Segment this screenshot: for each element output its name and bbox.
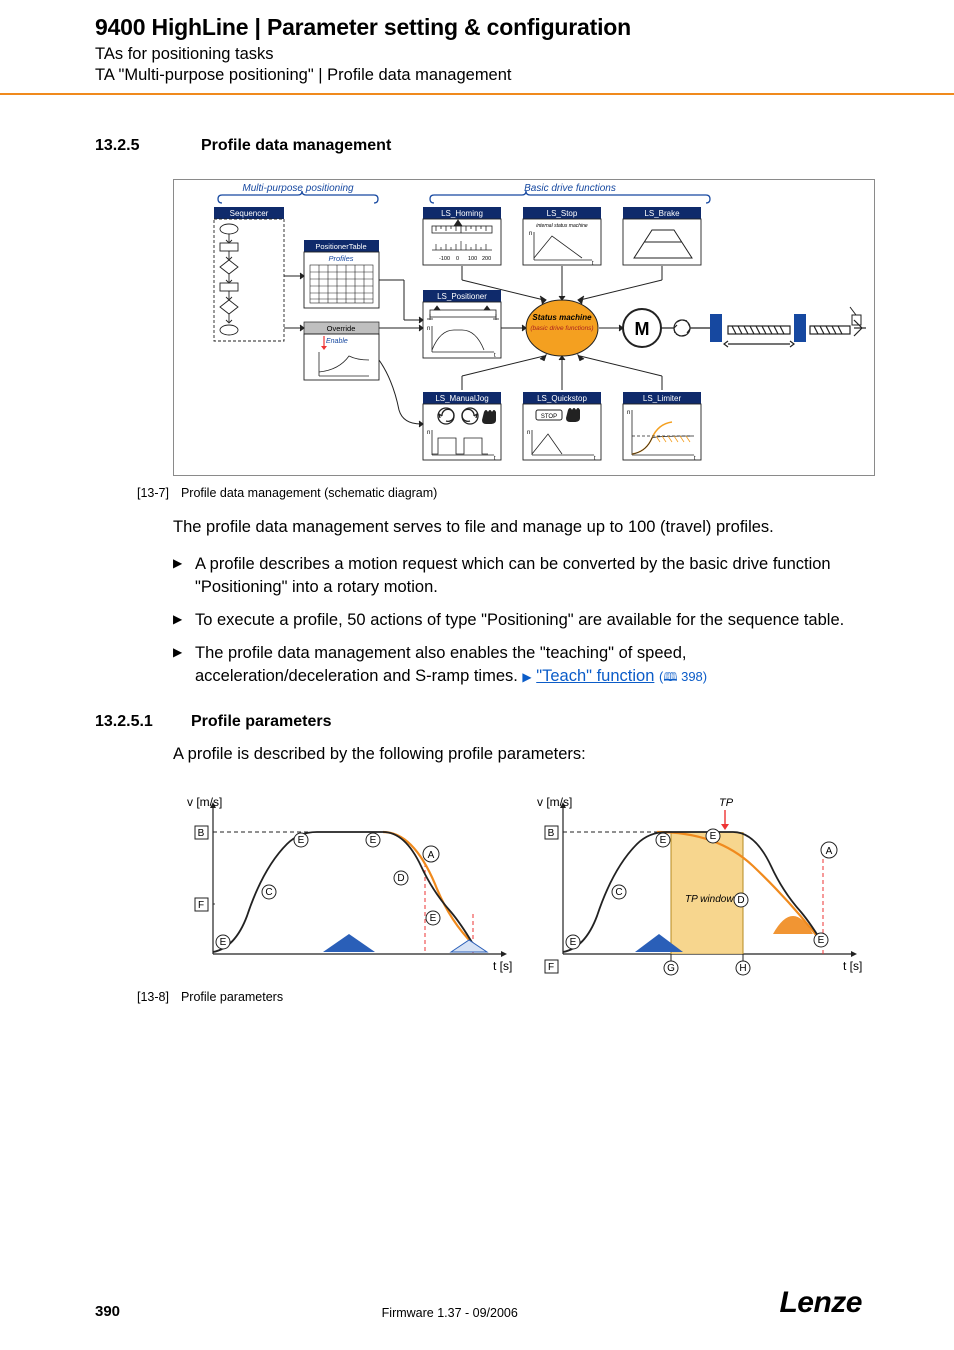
lbl-F-l: F [198,900,204,911]
lbl-D-l: D [397,873,404,884]
label-status-machine: Status machine [532,313,592,322]
doc-subtitle-2: TA "Multi-purpose positioning" | Profile… [95,66,954,85]
lbl-E3-r: E [710,831,717,842]
lbl-B-l: B [198,828,205,839]
paragraph-2: A profile is described by the following … [173,743,870,766]
label-t-left: t [s] [493,959,512,973]
figure-id-2: [13-8] [137,990,169,1004]
doc-subtitle-1: TAs for positioning tasks [95,45,954,64]
subsection-number: 13.2.5.1 [95,713,173,731]
book-icon: 🕮 [663,670,677,684]
label-ls-quickstop: LS_Quickstop [537,394,587,403]
label-motor-m: M [635,319,650,339]
label-ls-manualjog: LS_ManualJog [435,394,488,403]
bullet-3: The profile data management also enables… [173,642,870,688]
doc-title: 9400 HighLine | Parameter setting & conf… [95,14,954,41]
label-mpp: Multi-purpose positioning [242,183,354,194]
label-t-right: t [s] [843,959,862,973]
lbl-E4-l: E [430,913,437,924]
lbl-A-r: A [826,846,833,857]
bullet-list: A profile describes a motion request whi… [173,553,870,688]
label-ls-brake: LS_Brake [644,209,680,218]
figure-id: [13-7] [137,486,169,500]
label-internal-sm: internal status machine [536,223,588,229]
page-header: 9400 HighLine | Parameter setting & conf… [0,0,954,85]
label-n-pos: n [427,326,430,332]
page-number: 390 [95,1303,120,1320]
lbl-F-r: F [548,962,554,973]
lbl-E2-l: E [298,835,305,846]
label-ls-stop: LS_Stop [547,209,578,218]
label-ls-positioner: LS_Positioner [437,292,487,301]
lbl-E2-r: E [660,835,667,846]
label-v-right: v [m/s] [537,795,572,809]
lbl-A-l: A [428,850,435,861]
bullet-2: To execute a profile, 50 actions of type… [173,609,870,632]
label-n-stop: n [529,231,532,237]
label-sequencer: Sequencer [230,209,269,218]
label-t-qs: t [594,456,596,462]
label-n-jog: n [427,430,430,436]
label-override: Override [327,324,356,333]
lbl-D-r: D [737,895,744,906]
lbl-E4-r: E [818,935,825,946]
label-bdf: Basic drive functions [524,183,616,194]
brand-logo: Lenze [779,1286,862,1320]
lbl-E1-l: E [220,937,227,948]
label-axis-m100: -100 [439,256,450,262]
figure-caption-text-2: Profile parameters [181,990,283,1004]
label-n-lim: n [627,410,630,416]
firmware-version: Firmware 1.37 - 09/2006 [382,1306,518,1320]
paragraph-intro: The profile data management serves to fi… [173,516,870,539]
label-axis-100: 100 [468,256,477,262]
label-axis-0: 0 [456,256,459,262]
label-axis-200: 200 [482,256,491,262]
lbl-H-r: H [739,963,746,974]
label-n-qs: n [527,430,530,436]
label-profiles: Profiles [328,254,353,263]
subsection-title: Profile parameters [191,713,332,731]
page-ref-num: 398 [681,669,703,684]
page-footer: 390 Firmware 1.37 - 09/2006 Lenze [0,1286,954,1320]
subsection-heading: 13.2.5.1 Profile parameters [95,713,870,731]
label-TP: TP [719,797,734,809]
label-TPwindow: TP window [685,894,734,905]
label-t-jog: t [494,456,496,462]
label-t-lim: t [694,456,696,462]
lbl-C-l: C [265,887,272,898]
figure-13-8: v [m/s] t [s] B [173,784,873,980]
label-ls-limiter: LS_Limiter [643,394,682,403]
lbl-B-r: B [548,828,555,839]
figure-13-8-caption: [13-8] Profile parameters [137,990,870,1004]
section-heading: 13.2.5 Profile data management [95,137,870,155]
label-basic-drive-fn: (basic drive functions) [530,325,593,332]
label-positionertable: PositionerTable [315,242,366,251]
figure-13-7: Multi-purpose positioning Basic drive fu… [173,179,875,476]
lbl-C-r: C [615,887,622,898]
label-t-stop: t [592,261,594,267]
figure-13-7-caption: [13-7] Profile data management (schemati… [137,486,870,500]
section-title: Profile data management [201,137,391,155]
label-ls-homing: LS_Homing [441,209,483,218]
label-v-left: v [m/s] [187,795,222,809]
figure-caption-text: Profile data management (schematic diagr… [181,486,437,500]
bullet-1: A profile describes a motion request whi… [173,553,870,599]
teach-function-link[interactable]: "Teach" function [536,667,654,685]
section-number: 13.2.5 [95,137,173,155]
page-ref[interactable]: (🕮 398) [659,669,707,684]
lbl-G-r: G [667,963,675,974]
lbl-E1-r: E [570,937,577,948]
label-stop: STOP [541,414,557,420]
link-arrow-icon: ▶ [522,670,531,684]
label-enable: Enable [326,338,348,345]
lbl-E3-l: E [370,835,377,846]
